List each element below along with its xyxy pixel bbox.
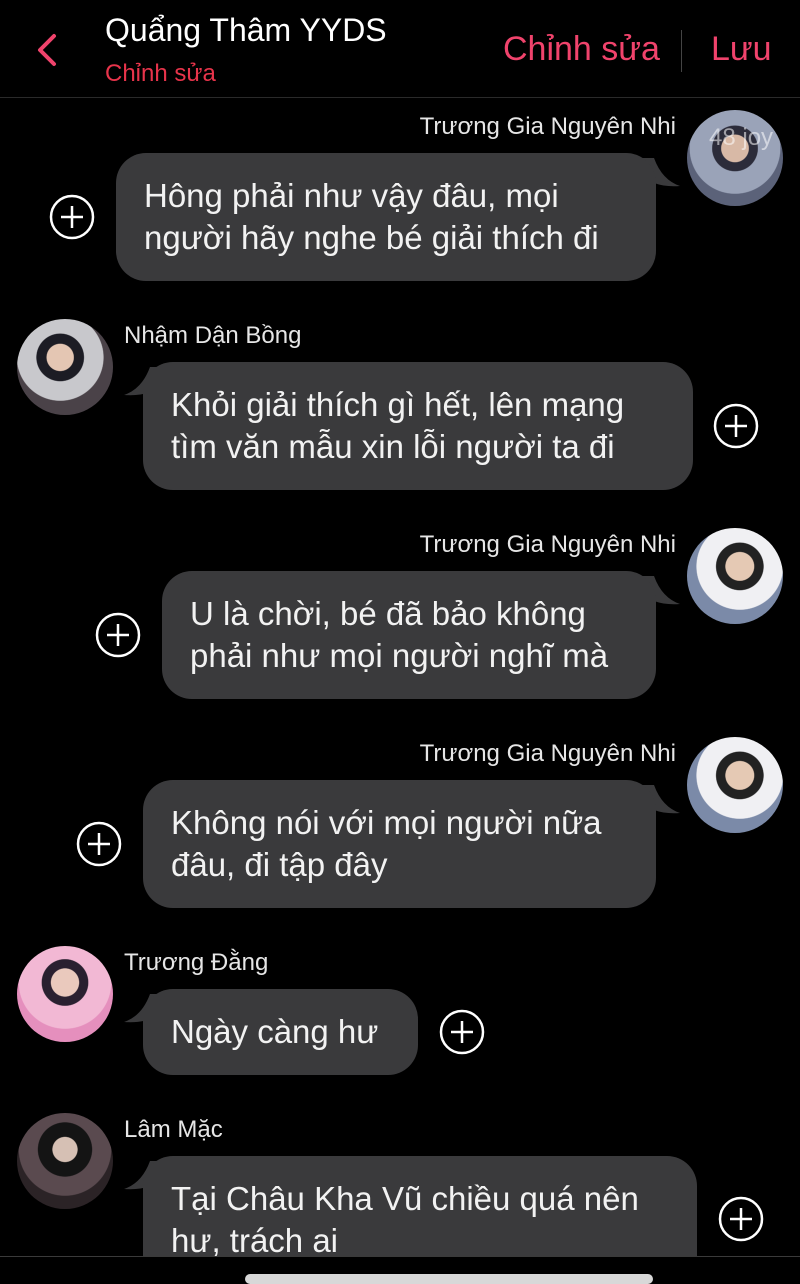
home-indicator[interactable] [245,1274,653,1284]
message-text: đâu, đi tập đây [171,846,388,883]
plus-circle-icon[interactable] [76,821,122,867]
header-divider [681,30,682,72]
message-text: Tại Châu Kha Vũ chiều quá nên [171,1180,639,1217]
plus-circle-icon[interactable] [95,612,141,658]
avatar[interactable] [17,319,113,415]
message-text: Hông phải như vậy đâu, mọi [144,177,559,214]
plus-circle-icon[interactable] [713,403,759,449]
message-text: Khỏi giải thích gì hết, lên mạng [171,386,625,423]
message-text: người hãy nghe bé giải thích đi [144,219,599,256]
avatar[interactable] [17,946,113,1042]
nav-header: Quẩng Thâm YYDS Chỉnh sửa Chỉnh sửa Lưu [0,0,800,98]
plus-circle-icon[interactable] [49,194,95,240]
avatar-watermark: 48 joy [709,124,774,151]
message-text: tìm văn mẫu xin lỗi người ta đi [171,428,615,465]
save-button[interactable]: Lưu [711,30,772,69]
message-bubble[interactable]: U là chời, bé đã bảo không phải như mọi … [162,571,656,699]
chevron-left-icon[interactable] [30,30,66,70]
sender-name: Nhậm Dận Bồng [124,322,302,349]
avatar[interactable] [17,1113,113,1209]
avatar[interactable] [687,737,783,833]
sender-name: Trương Đằng [124,949,269,976]
plus-circle-icon[interactable] [439,1009,485,1055]
message-text: phải như mọi người nghĩ mà [190,637,609,674]
message-text: hư, trách ai [171,1222,338,1256]
message-bubble[interactable]: Hông phải như vậy đâu, mọi người hãy ngh… [116,153,656,281]
message-bubble[interactable]: Ngày càng hư [143,989,418,1075]
avatar[interactable] [687,528,783,624]
edit-button[interactable]: Chỉnh sửa [503,30,660,69]
message-text: Không nói với mọi người nữa [171,804,602,841]
message-text: Ngày càng hư [171,1013,379,1050]
chat-subtitle: Chỉnh sửa [105,60,216,87]
bottom-divider [0,1256,800,1257]
message-bubble[interactable]: Tại Châu Kha Vũ chiều quá nên hư, trách … [143,1156,697,1256]
message-bubble[interactable]: Không nói với mọi người nữa đâu, đi tập … [143,780,656,908]
chat-title: Quẩng Thâm YYDS [105,12,387,48]
message-text: U là chời, bé đã bảo không [190,595,586,632]
plus-circle-icon[interactable] [718,1196,764,1242]
sender-name: Trương Gia Nguyên Nhi [419,531,676,558]
message-bubble[interactable]: Khỏi giải thích gì hết, lên mạng tìm văn… [143,362,693,490]
sender-name: Trương Gia Nguyên Nhi [419,113,676,140]
sender-name: Lâm Mặc [124,1116,223,1143]
sender-name: Trương Gia Nguyên Nhi [419,740,676,767]
